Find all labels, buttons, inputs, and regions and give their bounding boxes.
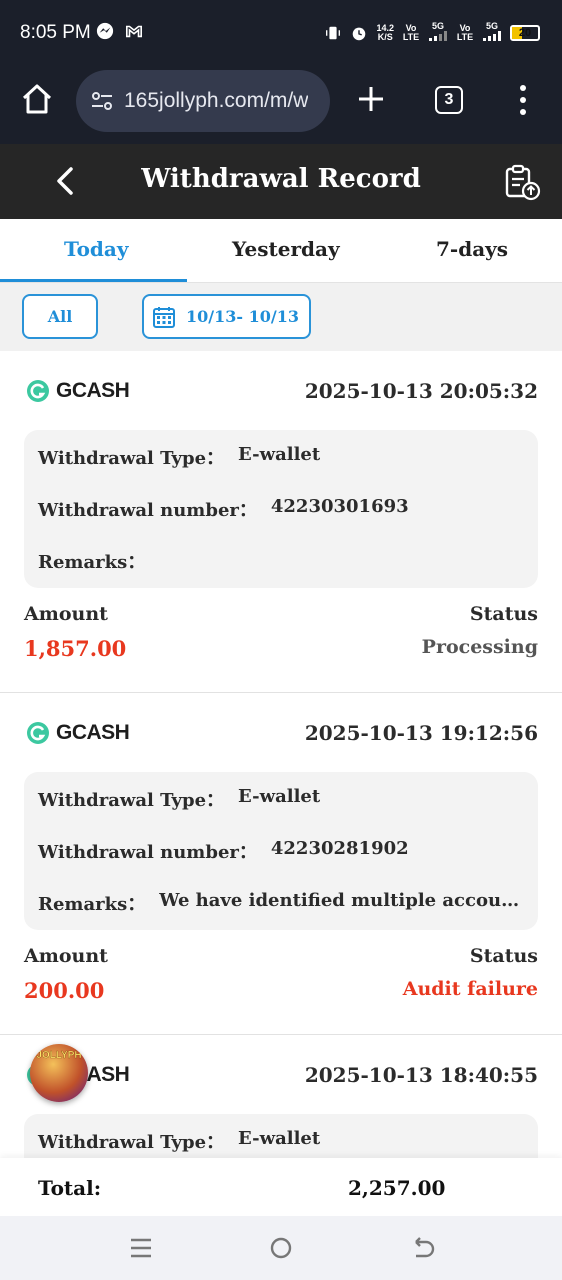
new-tab-icon[interactable] xyxy=(356,84,386,114)
floating-game-avatar[interactable]: JOLLYPH xyxy=(30,1044,88,1102)
filter-bar: All 10/13- 10/13 xyxy=(0,283,562,351)
more-menu-icon[interactable] xyxy=(516,82,530,118)
withdrawal-type-value: E-wallet xyxy=(238,444,321,465)
record-details: Withdrawal Type： E-wallet xyxy=(24,1114,538,1158)
signal-1: 5G xyxy=(428,22,448,43)
gcash-logo-icon xyxy=(27,380,49,402)
total-label: Total: xyxy=(38,1176,102,1200)
messenger-icon xyxy=(96,22,114,40)
withdrawal-type-value: E-wallet xyxy=(238,786,321,807)
tab-today[interactable]: Today xyxy=(64,237,129,261)
alarm-icon xyxy=(353,27,366,40)
home-button-icon[interactable] xyxy=(267,1234,295,1262)
record-upload-icon[interactable] xyxy=(502,162,542,202)
tab-yesterday[interactable]: Yesterday xyxy=(232,237,340,261)
amount-value: 1,857.00 xyxy=(24,636,127,661)
app-header: Withdrawal Record xyxy=(0,144,562,219)
calendar-icon xyxy=(153,306,175,328)
record-datetime: 2025-10-13 20:05:32 xyxy=(304,379,538,403)
status-value: Audit failure xyxy=(402,978,538,1000)
url-text[interactable]: 165jollyph.com/m/w xyxy=(124,89,308,113)
record-datetime: 2025-10-13 18:40:55 xyxy=(304,1063,538,1087)
record-details: Withdrawal Type： E-wallet Withdrawal numb… xyxy=(24,430,538,588)
volte-1: Vo LTE xyxy=(402,22,420,42)
filter-all-button[interactable]: All xyxy=(22,294,98,339)
signal-icon xyxy=(429,31,447,41)
date-range-button[interactable]: 10/13- 10/13 xyxy=(142,294,311,339)
home-icon[interactable] xyxy=(20,82,54,116)
withdrawal-record[interactable]: GCASH 2025-10-13 20:05:32 Withdrawal Typ… xyxy=(0,351,562,693)
gcash-logo-icon xyxy=(27,722,49,744)
withdrawal-number-value: 42230281902 xyxy=(270,838,409,859)
amount-value: 200.00 xyxy=(24,978,105,1003)
payment-method: GCASH xyxy=(56,721,130,744)
withdrawal-type-label: Withdrawal Type： xyxy=(38,790,225,811)
payment-method: GCASH xyxy=(56,379,130,402)
withdrawal-number-value: 42230301693 xyxy=(270,496,409,517)
tab-switcher-button[interactable]: 3 xyxy=(435,86,463,114)
total-bar: Total: 2,257.00 xyxy=(0,1158,562,1216)
date-range-text: 10/13- 10/13 xyxy=(186,307,299,326)
site-settings-icon[interactable] xyxy=(90,91,114,111)
status-label: Status xyxy=(469,945,538,967)
withdrawal-number-label: Withdrawal number： xyxy=(38,500,257,521)
tab-7-days[interactable]: 7-days xyxy=(436,237,508,261)
active-tab-indicator xyxy=(0,279,187,282)
status-time: 8:05 PM xyxy=(20,22,91,43)
recent-apps-icon[interactable] xyxy=(127,1234,155,1262)
record-datetime: 2025-10-13 19:12:56 xyxy=(304,721,538,745)
address-bar[interactable]: 165jollyph.com/m/w xyxy=(76,70,330,132)
withdrawal-record[interactable]: GCASH 2025-10-13 19:12:56 Withdrawal Typ… xyxy=(0,693,562,1035)
date-tabs: Today Yesterday 7-days xyxy=(0,219,562,283)
remarks-label: Remarks： xyxy=(38,552,146,573)
signal-icon xyxy=(483,31,501,41)
status-value: Processing xyxy=(421,636,538,658)
volte-2: Vo LTE xyxy=(456,22,474,42)
remarks-value: We have identified multiple accounts ... xyxy=(159,890,524,911)
remarks-label: Remarks： xyxy=(38,894,146,915)
net-speed: 14.2 K/S xyxy=(376,22,394,42)
page-title: Withdrawal Record xyxy=(141,164,421,194)
back-button-icon[interactable] xyxy=(408,1234,436,1262)
browser-toolbar: 165jollyph.com/m/w 3 xyxy=(0,68,562,144)
withdrawal-type-value: E-wallet xyxy=(238,1128,321,1149)
total-value: 2,257.00 xyxy=(348,1176,446,1200)
withdrawal-number-label: Withdrawal number： xyxy=(38,842,257,863)
system-nav-bar xyxy=(0,1216,562,1280)
withdrawal-type-label: Withdrawal Type： xyxy=(38,448,225,469)
withdrawal-type-label: Withdrawal Type： xyxy=(38,1132,225,1153)
status-label: Status xyxy=(469,603,538,625)
floating-badge-text: JOLLYPH xyxy=(36,1050,82,1061)
status-bar: 8:05 PM 14.2 K/S Vo LTE 5G Vo LTE 5G 20 xyxy=(0,0,562,68)
record-details: Withdrawal Type： E-wallet Withdrawal numb… xyxy=(24,772,538,930)
battery-icon: 20 xyxy=(510,24,540,41)
gmail-icon xyxy=(125,25,142,38)
signal-2: 5G xyxy=(482,22,502,43)
vibrate-icon xyxy=(326,26,341,39)
amount-label: Amount xyxy=(24,945,108,967)
amount-label: Amount xyxy=(24,603,108,625)
